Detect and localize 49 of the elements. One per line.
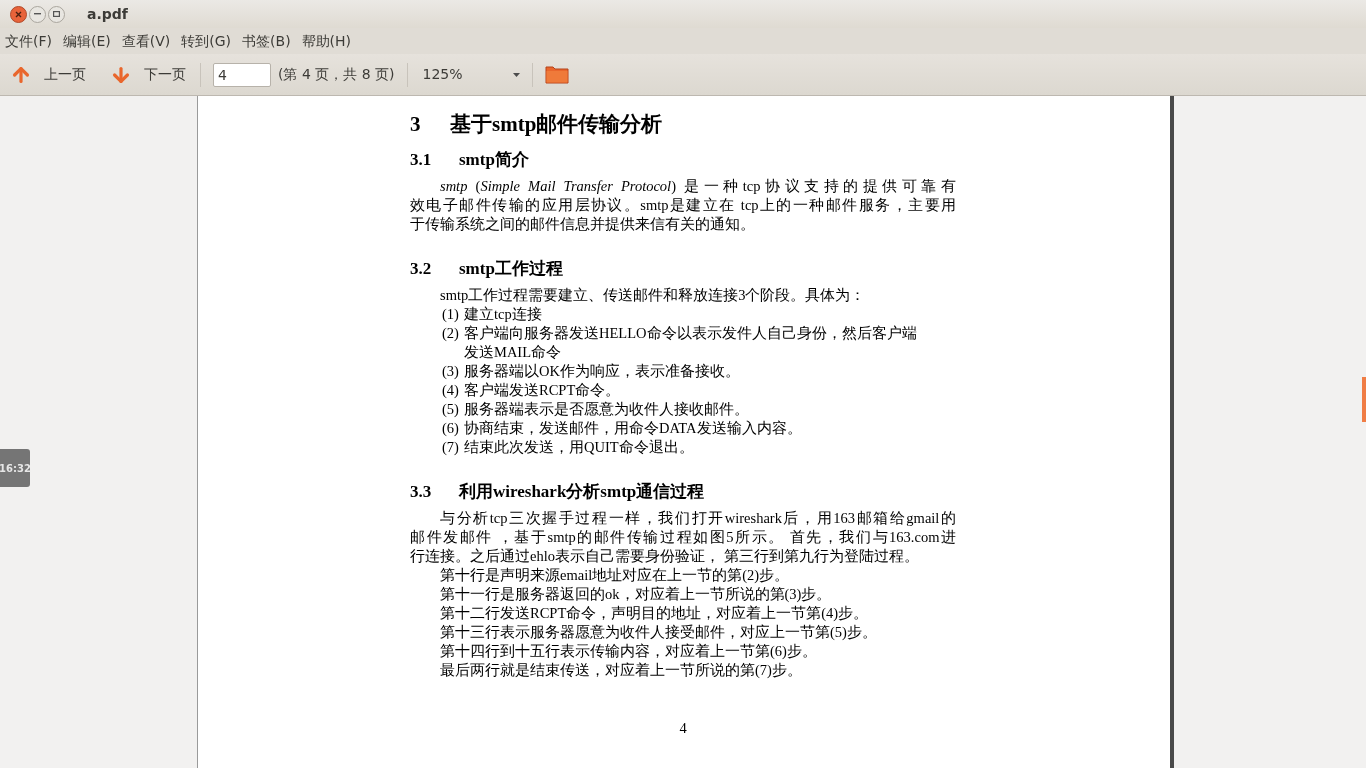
list-item-text: 服务器端表示是否愿意为收件人接收邮件。 — [464, 400, 749, 419]
paragraph: smtp工作过程需要建立、传送邮件和释放连接3个阶段。具体为： — [439, 286, 867, 305]
paragraph: 第十一行是服务器返回的ok，对应着上一节所说的第(3)步。 — [439, 585, 833, 604]
paragraph: 第十四行到十五行表示传输内容，对应着上一节第(6)步。 — [439, 642, 818, 661]
menu-item[interactable]: 转到(G) — [181, 30, 232, 52]
list-item-text: 客户端向服务器发送HELLO命令以表示发件人自己身份，然后客户端 发送MAIL命令 — [464, 324, 917, 362]
section-heading: 3.3 利用wireshark分析smtp通信过程 — [410, 481, 706, 503]
paragraph: 第十二行发送RCPT命令，声明目的地址，对应着上一节第(4)步。 — [439, 604, 870, 623]
list-number: (3) — [442, 362, 460, 381]
list-item-text: 建立tcp连接 — [464, 305, 542, 324]
menu-item[interactable]: 书签(B) — [242, 30, 291, 52]
page-number: 4 — [679, 719, 687, 738]
close-button[interactable] — [10, 5, 27, 23]
zoom-dropdown[interactable]: 125% — [419, 60, 520, 89]
caret-icon — [512, 72, 520, 77]
paragraph: 第十三行表示服务器愿意为收件人接受邮件，对应上一节第(5)步。 — [439, 623, 878, 642]
previous-page-button[interactable]: 上一页 — [8, 63, 88, 86]
page-number-field[interactable]: 4 — [213, 62, 271, 87]
list-number: (6) — [442, 419, 460, 438]
list-number: (2) — [442, 324, 460, 343]
window-title: a.pdf — [87, 4, 128, 24]
page-count-label: (第 4 页，共 8 页) — [278, 65, 395, 84]
list-item-text: 服务器端以OK作为响应，表示准备接收。 — [464, 362, 740, 381]
list-number: (4) — [442, 381, 460, 400]
chapter-heading: 3 基于smtp邮件传输分析 — [410, 111, 664, 138]
menu-item[interactable]: 帮助(H) — [301, 30, 352, 52]
maximize-button[interactable] — [48, 5, 65, 23]
minimize-icon — [34, 13, 41, 15]
paragraph: 第十行是声明来源email地址对应在上一节的第(2)步。 — [439, 566, 791, 585]
list-item-text: 协商结束，发送邮件，用命令DATA发送输入内容。 — [464, 419, 802, 438]
list-item-text: 结束此次发送，用QUIT命令退出。 — [464, 438, 694, 457]
minimize-button[interactable] — [29, 5, 46, 23]
folder-icon[interactable] — [544, 65, 569, 84]
list-item-text: 客户端发送RCPT命令。 — [464, 381, 621, 400]
paragraph: 与分析tcp三次握手过程一样，我们打开wireshark后，用163邮箱给gmail的 邮件发邮件 ，基于smtp的邮件传输过程如图5所示。 首先，我们与163.com进 行连接。之后通过ehlo表示自己需要身份验证， 第三行到第九行为登陆过程。 — [410, 509, 956, 566]
menu-item[interactable]: 文件(F) — [5, 30, 52, 52]
menu-item[interactable]: 编辑(E) — [63, 30, 111, 52]
paragraph: 最后两行就是结束传送，对应着上一节所说的第(7)步。 — [439, 661, 803, 680]
section-heading: 3.1 smtp简介 — [410, 149, 530, 171]
menu-item[interactable]: 查看(V) — [121, 30, 171, 52]
list-number: (1) — [442, 305, 460, 324]
list-number: (7) — [442, 438, 460, 457]
next-page-button[interactable]: 下一页 — [108, 63, 188, 86]
section-heading: 3.2 smtp工作过程 — [410, 258, 564, 280]
paragraph: smtp (Simple Mail Transfer Protocol) 是一种tcp协议支持的提供可靠有 效电子邮件传输的应用层协议。smtp是建立在 tcp上的一种邮件服务，主要用 于传输系统之间的邮件信息并提供来信有关的通知。 — [410, 177, 956, 234]
maximize-icon — [53, 11, 60, 17]
close-icon — [15, 10, 22, 18]
scroll-position-marker — [1362, 377, 1366, 422]
list-number: (5) — [442, 400, 460, 419]
